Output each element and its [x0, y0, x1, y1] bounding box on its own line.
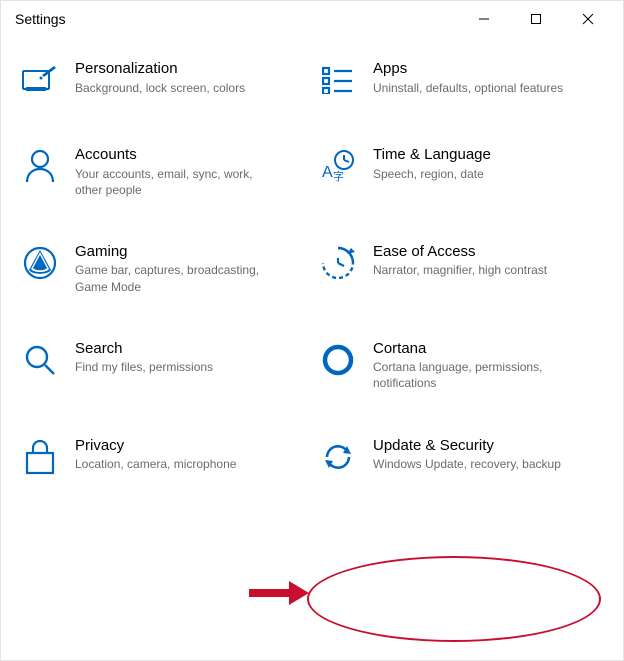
- personalization-icon: [19, 59, 61, 101]
- tile-update-security[interactable]: Update & Security Windows Update, recove…: [317, 436, 605, 478]
- maximize-button[interactable]: [519, 5, 553, 33]
- tile-apps[interactable]: Apps Uninstall, defaults, optional featu…: [317, 59, 605, 101]
- tile-title: Time & Language: [373, 145, 491, 165]
- tile-privacy[interactable]: Privacy Location, camera, microphone: [19, 436, 307, 478]
- tile-ease-of-access[interactable]: Ease of Access Narrator, magnifier, high…: [317, 242, 605, 295]
- tile-time-language[interactable]: A 字 Time & Language Speech, region, date: [317, 145, 605, 198]
- apps-icon: [317, 59, 359, 101]
- svg-text:字: 字: [333, 169, 344, 183]
- annotation-arrow: [249, 581, 309, 605]
- tile-cortana[interactable]: Cortana Cortana language, permissions, n…: [317, 339, 605, 392]
- settings-window: Settings Per: [0, 0, 624, 661]
- tile-desc: Location, camera, microphone: [75, 456, 236, 472]
- search-icon: [19, 339, 61, 381]
- tile-desc: Game bar, captures, broadcasting, Game M…: [75, 262, 275, 294]
- settings-grid: Personalization Background, lock screen,…: [1, 37, 623, 496]
- tile-title: Accounts: [75, 145, 275, 165]
- annotation-ellipse: [307, 556, 601, 642]
- tile-title: Cortana: [373, 339, 573, 359]
- tile-desc: Narrator, magnifier, high contrast: [373, 262, 547, 278]
- tile-desc: Background, lock screen, colors: [75, 80, 245, 96]
- tile-desc: Uninstall, defaults, optional features: [373, 80, 563, 96]
- window-controls: [467, 5, 615, 33]
- update-security-icon: [317, 436, 359, 478]
- svg-text:A: A: [322, 164, 333, 181]
- tile-title: Apps: [373, 59, 563, 79]
- tile-desc: Speech, region, date: [373, 166, 491, 182]
- close-button[interactable]: [571, 5, 605, 33]
- tile-gaming[interactable]: Gaming Game bar, captures, broadcasting,…: [19, 242, 307, 295]
- tile-personalization[interactable]: Personalization Background, lock screen,…: [19, 59, 307, 101]
- tile-title: Privacy: [75, 436, 236, 456]
- tile-desc: Windows Update, recovery, backup: [373, 456, 561, 472]
- tile-desc: Cortana language, permissions, notificat…: [373, 359, 573, 391]
- minimize-button[interactable]: [467, 5, 501, 33]
- titlebar: Settings: [1, 1, 623, 37]
- window-title: Settings: [15, 11, 66, 27]
- cortana-icon: [317, 339, 359, 381]
- ease-of-access-icon: [317, 242, 359, 284]
- privacy-icon: [19, 436, 61, 478]
- tile-accounts[interactable]: Accounts Your accounts, email, sync, wor…: [19, 145, 307, 198]
- tile-desc: Find my files, permissions: [75, 359, 213, 375]
- tile-title: Ease of Access: [373, 242, 547, 262]
- tile-title: Personalization: [75, 59, 245, 79]
- tile-title: Search: [75, 339, 213, 359]
- tile-title: Gaming: [75, 242, 275, 262]
- tile-search[interactable]: Search Find my files, permissions: [19, 339, 307, 392]
- accounts-icon: [19, 145, 61, 187]
- time-language-icon: A 字: [317, 145, 359, 187]
- gaming-icon: [19, 242, 61, 284]
- tile-desc: Your accounts, email, sync, work, other …: [75, 166, 275, 198]
- tile-title: Update & Security: [373, 436, 561, 456]
